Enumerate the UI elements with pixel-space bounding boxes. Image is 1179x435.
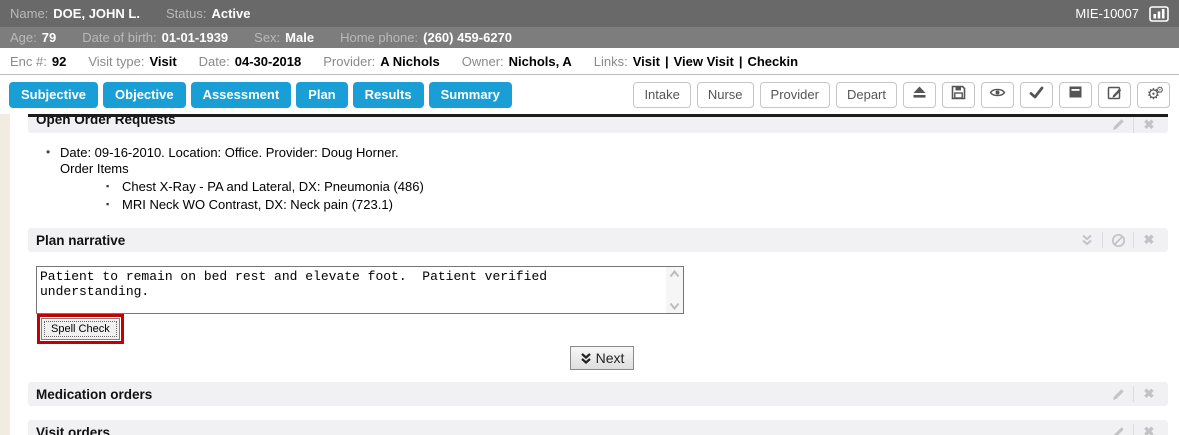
section-title: Plan narrative xyxy=(28,233,125,248)
next-button[interactable]: Next xyxy=(570,346,635,370)
chart-id: MIE-10007 xyxy=(1075,6,1139,21)
provider-button[interactable]: Provider xyxy=(760,82,830,108)
scroll-up-icon[interactable] xyxy=(669,270,680,278)
link-separator: | xyxy=(665,54,669,69)
dob-value: 01-01-1939 xyxy=(162,30,229,45)
plan-narrative-body: Patient to remain on bed rest and elevat… xyxy=(28,252,1168,370)
edit-note-button[interactable] xyxy=(1098,82,1131,108)
section-title: Visit orders xyxy=(28,425,110,435)
link-separator: | xyxy=(739,54,743,69)
provider-value: A Nichols xyxy=(380,54,439,69)
dob-label: Date of birth: xyxy=(82,30,156,45)
close-section-icon[interactable]: ✖ xyxy=(1134,232,1164,248)
enc-label: Enc #: xyxy=(10,54,47,69)
patient-name: DOE, JOHN L. xyxy=(53,6,140,21)
links-label: Links: xyxy=(594,54,628,69)
plan-narrative-header[interactable]: Plan narrative xyxy=(28,228,1168,252)
order-request-line: Date: 09-16-2010. Location: Office. Prov… xyxy=(60,145,399,160)
order-item-text: MRI Neck WO Contrast, DX: Neck pain (723… xyxy=(122,197,393,212)
edit-pencil-square-icon xyxy=(1107,85,1123,105)
spell-check-button[interactable]: Spell Check xyxy=(41,318,120,340)
ehr-window: Name: DOE, JOHN L. Status: Active MIE-10… xyxy=(0,0,1179,435)
name-label: Name: xyxy=(10,6,48,21)
eject-icon xyxy=(912,85,927,104)
encounter-bar: Enc #: 92 Visit type: Visit Date: 04-30-… xyxy=(0,48,1179,75)
open-order-requests-body: • Date: 09-16-2010. Location: Office. Pr… xyxy=(28,133,1168,228)
visit-type-label: Visit type: xyxy=(88,54,144,69)
section-title: Medication orders xyxy=(28,387,152,402)
depart-button[interactable]: Depart xyxy=(836,82,897,108)
bullet: • xyxy=(46,145,60,160)
toolbar: Subjective Objective Assessment Plan Res… xyxy=(0,75,1179,114)
demographics-bar: Age: 79 Date of birth: 01-01-1939 Sex: M… xyxy=(0,27,1179,48)
tab-plan[interactable]: Plan xyxy=(296,82,347,108)
tab-objective[interactable]: Objective xyxy=(103,82,186,108)
link-checkin[interactable]: Checkin xyxy=(747,54,798,69)
age-value: 79 xyxy=(42,30,56,45)
home-phone-label: Home phone: xyxy=(340,30,418,45)
owner-value: Nichols, A xyxy=(509,54,572,69)
section-divider xyxy=(28,114,1168,117)
edit-section-icon[interactable] xyxy=(1103,425,1133,435)
open-order-requests-header[interactable]: Open Order Requests ✖ xyxy=(28,114,1168,133)
order-item: ▪ MRI Neck WO Contrast, DX: Neck pain (7… xyxy=(106,197,1168,212)
gear-small-icon: ⚙ xyxy=(1156,85,1164,96)
scroll-down-icon[interactable] xyxy=(669,302,680,310)
order-items-label: Order Items xyxy=(60,161,1168,176)
order-item: ▪ Chest X-Ray - PA and Lateral, DX: Pneu… xyxy=(106,179,1168,194)
enc-value: 92 xyxy=(52,54,66,69)
tab-results[interactable]: Results xyxy=(353,82,424,108)
date-label: Date: xyxy=(199,54,230,69)
patient-status: Active xyxy=(211,6,250,21)
provider-label: Provider: xyxy=(323,54,375,69)
close-section-icon[interactable]: ✖ xyxy=(1134,117,1164,133)
archive-box-icon xyxy=(1068,85,1083,104)
plan-narrative-text[interactable]: Patient to remain on bed rest and elevat… xyxy=(37,267,666,313)
tab-subjective[interactable]: Subjective xyxy=(9,82,98,108)
edit-section-icon[interactable] xyxy=(1103,117,1133,132)
square-bullet: ▪ xyxy=(106,179,122,194)
age-label: Age: xyxy=(10,30,37,45)
visit-orders-header[interactable]: Visit orders ✖ xyxy=(28,420,1168,435)
order-item-text: Chest X-Ray - PA and Lateral, DX: Pneumo… xyxy=(122,179,424,194)
save-icon xyxy=(951,85,966,105)
save-button[interactable] xyxy=(942,82,975,108)
home-phone-value: (260) 459-6270 xyxy=(423,30,512,45)
view-button[interactable] xyxy=(981,82,1014,108)
nurse-button[interactable]: Nurse xyxy=(697,82,754,108)
eye-icon xyxy=(989,86,1006,104)
visit-type-value: Visit xyxy=(149,54,176,69)
archive-button[interactable] xyxy=(1059,82,1092,108)
square-bullet: ▪ xyxy=(106,197,122,212)
date-value: 04-30-2018 xyxy=(235,54,302,69)
sex-value: Male xyxy=(285,30,314,45)
tab-assessment[interactable]: Assessment xyxy=(191,82,292,108)
eject-button[interactable] xyxy=(903,82,936,108)
tab-summary[interactable]: Summary xyxy=(429,82,512,108)
settings-button[interactable]: ⚙ ⚙ xyxy=(1137,82,1170,108)
link-visit[interactable]: Visit xyxy=(633,54,660,69)
encounter-content: Open Order Requests ✖ • Date: 09-16-2010… xyxy=(0,114,1179,435)
close-section-icon[interactable]: ✖ xyxy=(1134,386,1164,402)
sex-label: Sex: xyxy=(254,30,280,45)
plan-narrative-textarea[interactable]: Patient to remain on bed rest and elevat… xyxy=(36,266,684,314)
owner-label: Owner: xyxy=(462,54,504,69)
bar-chart-icon[interactable] xyxy=(1149,6,1169,22)
encounter-links: Visit | View Visit | Checkin xyxy=(633,54,798,69)
medication-orders-header[interactable]: Medication orders ✖ xyxy=(28,382,1168,406)
double-chevron-down-icon xyxy=(580,352,592,365)
spell-check-highlight: Spell Check xyxy=(37,314,124,344)
sign-button[interactable] xyxy=(1020,82,1053,108)
collapse-section-icon[interactable] xyxy=(1072,233,1102,247)
edit-section-icon[interactable] xyxy=(1103,387,1133,402)
patient-bar: Name: DOE, JOHN L. Status: Active MIE-10… xyxy=(0,0,1179,27)
textarea-scrollbar[interactable] xyxy=(666,267,683,313)
checkmark-icon xyxy=(1029,86,1044,104)
link-view-visit[interactable]: View Visit xyxy=(674,54,734,69)
intake-button[interactable]: Intake xyxy=(633,82,690,108)
status-label: Status: xyxy=(166,6,206,21)
close-section-icon[interactable]: ✖ xyxy=(1134,424,1164,435)
next-label: Next xyxy=(596,350,625,366)
disable-section-icon[interactable] xyxy=(1103,233,1133,248)
